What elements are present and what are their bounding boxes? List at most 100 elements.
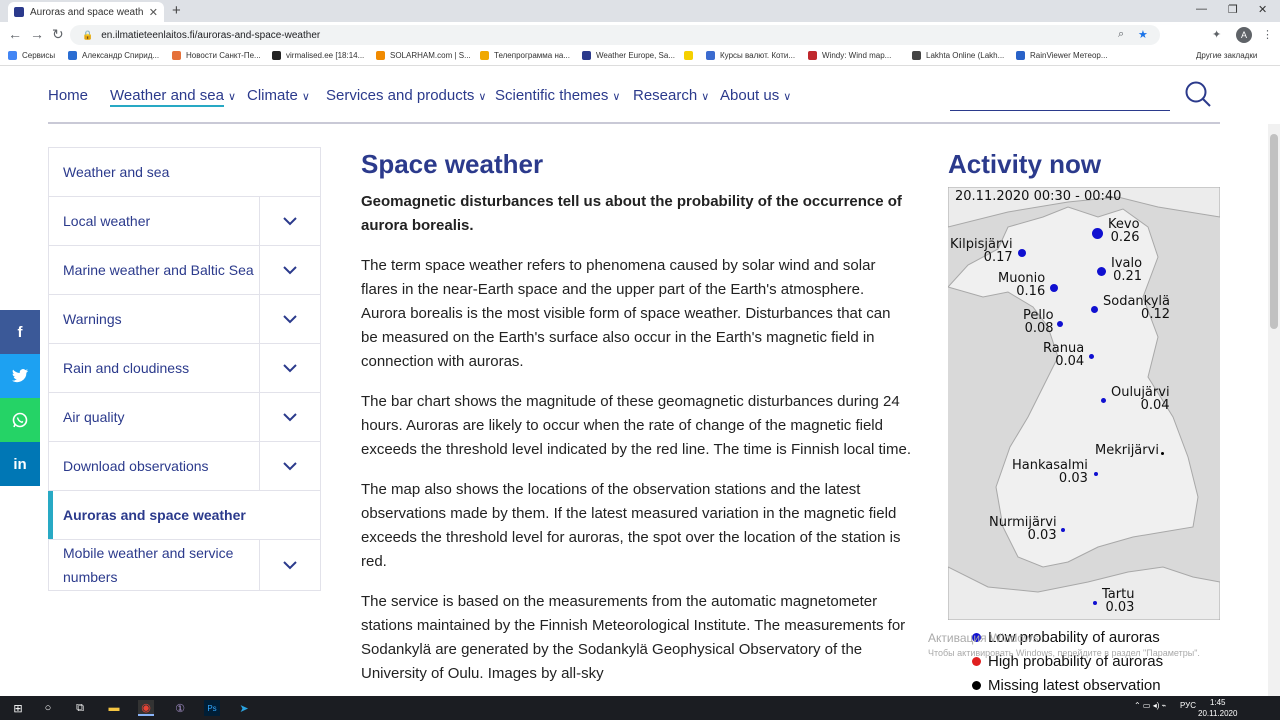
expand-toggle[interactable] (259, 295, 320, 343)
station-label: Hankasalmi 0.03 (1012, 459, 1088, 485)
clock-date: 20.11.2020 (1198, 709, 1238, 718)
expand-toggle[interactable] (259, 393, 320, 441)
expand-toggle[interactable] (259, 344, 320, 392)
bookmark-item[interactable]: Курсы валют. Коти... (706, 51, 795, 60)
nav-home[interactable]: Home (48, 87, 88, 104)
station-value: 0.04 (1140, 398, 1170, 413)
bookmark-item[interactable] (684, 51, 698, 60)
tray-icons[interactable]: ⌃ ▭ ◂) ⌁ (1134, 701, 1166, 710)
search-icon[interactable] (1184, 80, 1212, 108)
bookmark-label: SOLARHAM.com | S... (390, 51, 471, 60)
sidebar-item[interactable]: Rain and cloudiness (49, 344, 320, 393)
lock-icon: 🔒 (82, 29, 94, 40)
linkedin-icon: in (13, 455, 27, 473)
expand-toggle[interactable] (259, 246, 320, 294)
new-tab-icon[interactable]: + (172, 2, 181, 19)
reload-icon[interactable]: ↻ (52, 26, 64, 43)
back-icon[interactable]: ← (8, 26, 22, 42)
telegram-icon[interactable]: ➤ (236, 700, 252, 716)
main-content: Space weather Geomagnetic disturbances t… (361, 149, 911, 702)
nav-scientific[interactable]: Scientific themes ∨ (495, 87, 620, 104)
station-marker (1093, 601, 1097, 605)
bookmark-label: RainViewer Метеор... (1030, 51, 1108, 60)
sidebar-item-label: Air quality (63, 409, 125, 425)
minimize-icon[interactable]: — (1196, 3, 1207, 15)
sidebar-item[interactable]: Auroras and space weather (48, 491, 320, 540)
maximize-icon[interactable]: ❐ (1228, 3, 1238, 16)
bookmark-item[interactable]: virmalised.ee [18:14... (272, 51, 364, 60)
sidebar-item[interactable]: Marine weather and Baltic Sea (49, 246, 320, 295)
photoshop-icon[interactable]: Ps (204, 700, 220, 716)
bookmark-item[interactable]: Новости Санкт-Пе... (172, 51, 261, 60)
windows-start-icon[interactable]: ⊞ (10, 700, 26, 716)
extensions-icon[interactable]: ✦ (1212, 28, 1221, 41)
bookmark-favicon-icon (684, 51, 693, 60)
search-icon[interactable]: ○ (40, 700, 56, 716)
site-search-input[interactable] (950, 110, 1170, 111)
sidebar-item[interactable]: Warnings (49, 295, 320, 344)
whatsapp-share-button[interactable] (0, 398, 40, 442)
close-tab-icon[interactable]: ✕ (149, 6, 158, 19)
menu-icon[interactable]: ⋮ (1262, 28, 1273, 41)
sidebar-item[interactable]: Mobile weather and service numbers (49, 540, 320, 590)
bookmark-label: Телепрограмма на... (494, 51, 570, 60)
address-bar[interactable]: 🔒 en.ilmatieteenlaitos.fi/auroras-and-sp… (70, 25, 1160, 45)
other-bookmarks[interactable]: Другие закладки (1196, 51, 1257, 60)
forward-icon[interactable]: → (30, 26, 44, 42)
bookmark-item[interactable]: Телепрограмма на... (480, 51, 570, 60)
station-marker (1090, 305, 1098, 313)
app-icon[interactable]: ① (172, 700, 188, 716)
clock-time: 1:45 (1209, 698, 1226, 707)
sidebar-item[interactable]: Download observations (49, 442, 320, 491)
chrome-icon[interactable]: ◉ (138, 700, 154, 716)
language-indicator[interactable]: РУС (1180, 701, 1196, 710)
bookmark-favicon-icon (8, 51, 17, 60)
expand-toggle[interactable] (259, 540, 320, 590)
close-window-icon[interactable]: ✕ (1258, 3, 1267, 16)
bookmark-item[interactable]: Weather Europe, Sa... (582, 51, 675, 60)
sidebar-item-label: Mobile weather and service numbers (63, 545, 234, 585)
nav-weather-sea[interactable]: Weather and sea ∨ (110, 87, 236, 107)
nav-about[interactable]: About us ∨ (720, 87, 791, 104)
system-clock[interactable]: 1:45 20.11.2020 (1198, 697, 1237, 719)
bookmark-star-icon[interactable]: ★ (1138, 28, 1148, 41)
page-scrollbar[interactable] (1268, 124, 1280, 696)
bookmark-favicon-icon (706, 51, 715, 60)
bookmark-label: Weather Europe, Sa... (596, 51, 676, 60)
browser-toolbar: ← → ↻ 🔒 en.ilmatieteenlaitos.fi/auroras-… (0, 22, 1280, 48)
zoom-icon[interactable]: ⌕ (1118, 28, 1124, 41)
browser-tab[interactable]: Auroras and space weather - Finn ✕ (8, 2, 164, 22)
linkedin-share-button[interactable]: in (0, 442, 40, 486)
twitter-share-button[interactable] (0, 354, 40, 398)
station-name: Mekrijärvi (1095, 443, 1159, 458)
bookmark-item[interactable]: RainViewer Метеор... (1016, 51, 1108, 60)
bookmark-item[interactable]: SOLARHAM.com | S... (376, 51, 471, 60)
sidebar-item-label: Rain and cloudiness (63, 360, 190, 376)
task-view-icon[interactable]: ⧉ (72, 700, 88, 716)
station-label: Kevo 0.26 (1108, 218, 1140, 244)
bookmark-item[interactable]: Lakhta Online (Lakh... (912, 51, 1004, 60)
nav-climate[interactable]: Climate ∨ (247, 87, 310, 104)
bookmark-label: Сервисы (22, 51, 56, 60)
windows-activation-hint: Чтобы активировать Windows, перейдите в … (928, 648, 1200, 658)
bookmark-item[interactable]: Windy: Wind map... (808, 51, 891, 60)
station-label: Ranua 0.04 (1043, 342, 1084, 368)
station-marker (1100, 397, 1106, 403)
bookmark-item[interactable]: Сервисы (8, 51, 55, 60)
profile-avatar[interactable]: A (1236, 27, 1252, 43)
station-label: Tartu 0.03 (1102, 588, 1134, 614)
sidebar-item-label: Warnings (63, 311, 122, 327)
nav-services[interactable]: Services and products ∨ (326, 87, 486, 104)
station-label: Pello 0.08 (1023, 309, 1054, 335)
bookmark-item[interactable]: Александр Спирид... (68, 51, 159, 60)
file-explorer-icon[interactable]: ▬ (106, 700, 122, 716)
sidebar-item[interactable]: Local weather (49, 197, 320, 246)
scrollbar-thumb[interactable] (1270, 134, 1278, 329)
expand-toggle[interactable] (259, 197, 320, 245)
legend-row: Missing latest observation (972, 673, 1163, 697)
expand-toggle[interactable] (259, 442, 320, 490)
sidebar-item[interactable]: Weather and sea (49, 148, 320, 197)
nav-research[interactable]: Research ∨ (633, 87, 709, 104)
facebook-share-button[interactable]: f (0, 310, 40, 354)
sidebar-item[interactable]: Air quality (49, 393, 320, 442)
